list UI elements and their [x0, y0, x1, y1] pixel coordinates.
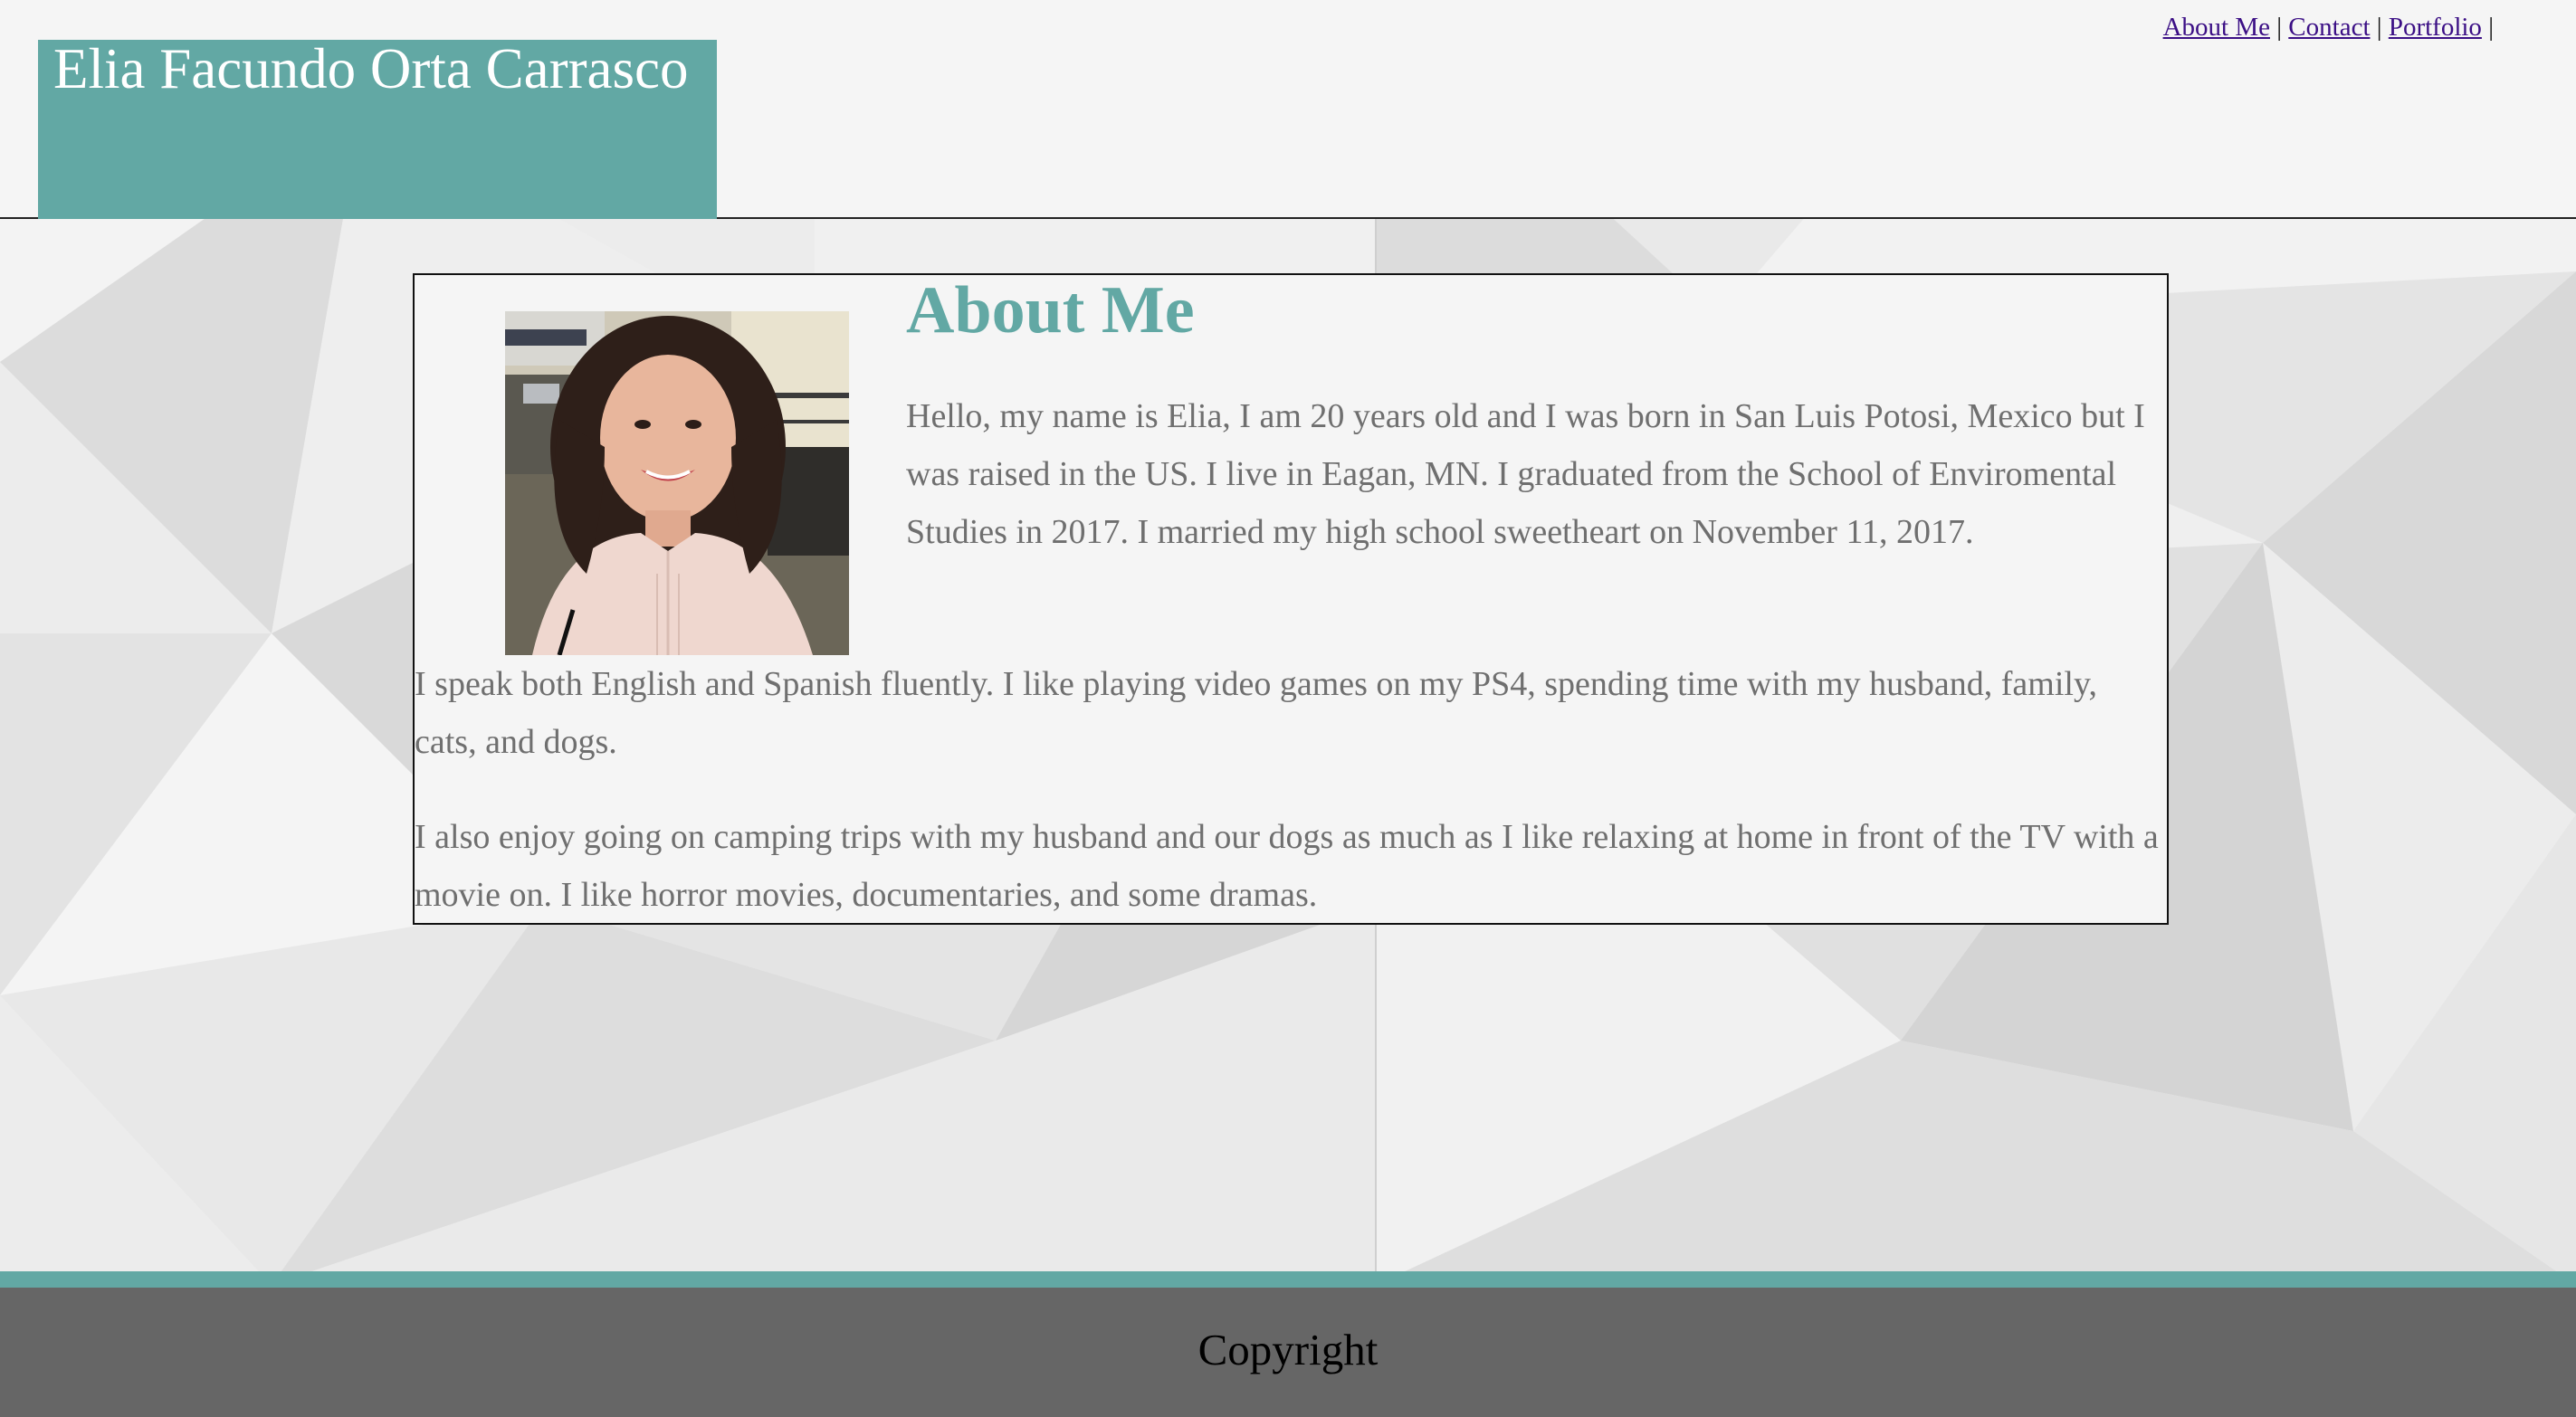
- page-title: About Me: [906, 273, 1195, 347]
- footer-accent-stripe: [0, 1271, 2576, 1288]
- about-me-section: About Me Hello, my name is Elia, I am 20…: [413, 273, 2169, 925]
- about-paragraph-3: I also enjoy going on camping trips with…: [415, 818, 2159, 914]
- nav-link-about-me[interactable]: About Me: [2163, 13, 2270, 42]
- about-paragraph-2: I speak both English and Spanish fluentl…: [415, 665, 2097, 761]
- site-title: Elia Facundo Orta Carrasco: [53, 37, 689, 100]
- nav-separator: |: [2488, 13, 2494, 42]
- site-title-banner: Elia Facundo Orta Carrasco: [38, 40, 717, 219]
- about-paragraph-1: Hello, my name is Elia, I am 20 years ol…: [906, 397, 2145, 551]
- copyright-text: Copyright: [1197, 1325, 1379, 1374]
- nav-separator: |: [2376, 13, 2382, 42]
- site-header: Elia Facundo Orta Carrasco About Me | Co…: [0, 0, 2576, 219]
- nav-link-portfolio[interactable]: Portfolio: [2389, 13, 2482, 42]
- nav-link-contact[interactable]: Contact: [2288, 13, 2370, 42]
- profile-photo: [505, 311, 849, 655]
- site-footer: Copyright: [0, 1288, 2576, 1417]
- nav-separator: |: [2276, 13, 2283, 42]
- top-nav: About Me | Contact | Portfolio |: [2163, 13, 2494, 43]
